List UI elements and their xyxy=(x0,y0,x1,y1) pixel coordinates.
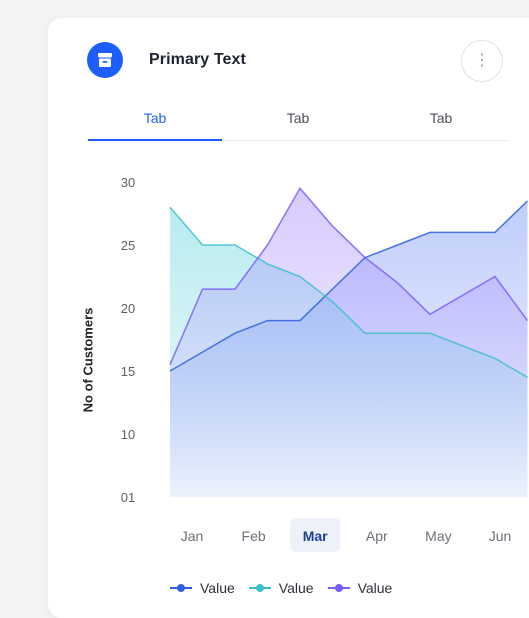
legend-item: Value xyxy=(170,580,235,596)
legend-label: Value xyxy=(357,580,393,596)
tab-3[interactable]: Tab xyxy=(374,110,508,139)
chart-legend: Value Value Value xyxy=(170,580,392,596)
tab-1[interactable]: Tab xyxy=(88,110,222,141)
more-vertical-icon: ⋮ xyxy=(474,52,490,69)
chart-card xyxy=(48,18,529,618)
y-axis-title: No of Customers xyxy=(80,307,96,413)
tab-bar: Tab Tab Tab xyxy=(88,110,508,141)
legend-label: Value xyxy=(200,580,235,596)
legend-swatch-blue xyxy=(170,582,192,594)
tab-2[interactable]: Tab xyxy=(231,110,365,139)
legend-label: Value xyxy=(278,580,314,596)
legend-item: Value xyxy=(248,580,314,596)
legend-swatch-teal xyxy=(248,582,271,594)
legend-item: Value xyxy=(327,580,393,596)
archive-icon xyxy=(87,42,123,78)
header-title: Primary Text xyxy=(149,51,246,68)
more-options-button[interactable]: ⋮ xyxy=(461,40,503,82)
legend-swatch-purple xyxy=(327,582,350,594)
